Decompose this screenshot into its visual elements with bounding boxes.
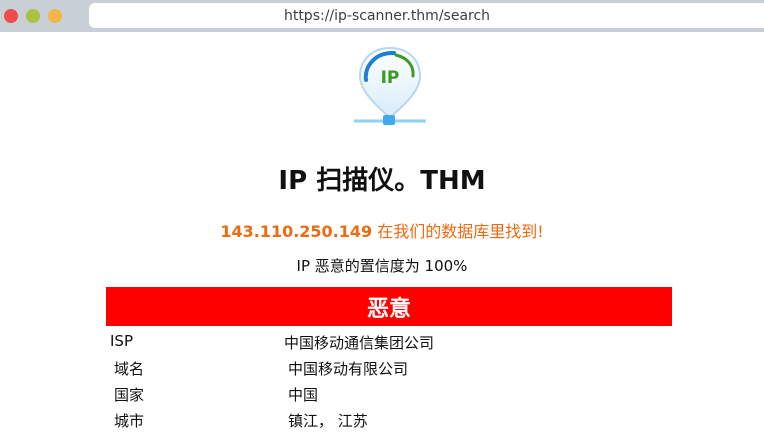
detail-row-country: 国家 中国	[106, 381, 672, 407]
details-table: ISP 中国移动通信集团公司 域名 中国移动有限公司 国家 中国 城市 镇江， …	[106, 329, 672, 433]
location-pin-ip-icon: IP	[350, 44, 430, 128]
found-message-text: 在我们的数据库里找到!	[372, 222, 544, 241]
maximize-window-button[interactable]	[48, 9, 62, 23]
found-ip-address: 143.110.250.149	[220, 222, 373, 241]
browser-toolbar: https://ip-scanner.thm/search	[0, 0, 764, 32]
detail-value: 中国移动通信集团公司	[284, 334, 435, 352]
ip-found-message: 143.110.250.149 在我们的数据库里找到!	[0, 218, 764, 242]
address-bar-url: https://ip-scanner.thm/search	[283, 7, 491, 24]
minimize-window-button[interactable]	[26, 9, 40, 23]
address-bar[interactable]: https://ip-scanner.thm/search	[89, 3, 764, 28]
page-title: IP 扫描仪。THM	[278, 166, 486, 196]
detail-key: ISP	[110, 332, 133, 350]
detail-row-isp: ISP 中国移动通信集团公司	[106, 329, 672, 355]
detail-key: 国家	[114, 386, 145, 404]
confidence-text: IP 恶意的置信度为 100%	[296, 257, 468, 275]
detail-key: 域名	[114, 360, 145, 378]
detail-row-city: 城市 镇江， 江苏	[106, 407, 672, 433]
svg-text:IP: IP	[381, 68, 400, 88]
detail-value: 镇江， 江苏	[288, 412, 368, 430]
close-window-button[interactable]	[4, 9, 18, 23]
detail-row-domain: 域名 中国移动有限公司	[106, 355, 672, 381]
detail-key: 城市	[114, 412, 145, 430]
verdict-label: 恶意	[366, 296, 411, 322]
verdict-banner: 恶意	[106, 287, 672, 326]
detail-value: 中国	[288, 386, 319, 404]
detail-value: 中国移动有限公司	[288, 360, 409, 378]
